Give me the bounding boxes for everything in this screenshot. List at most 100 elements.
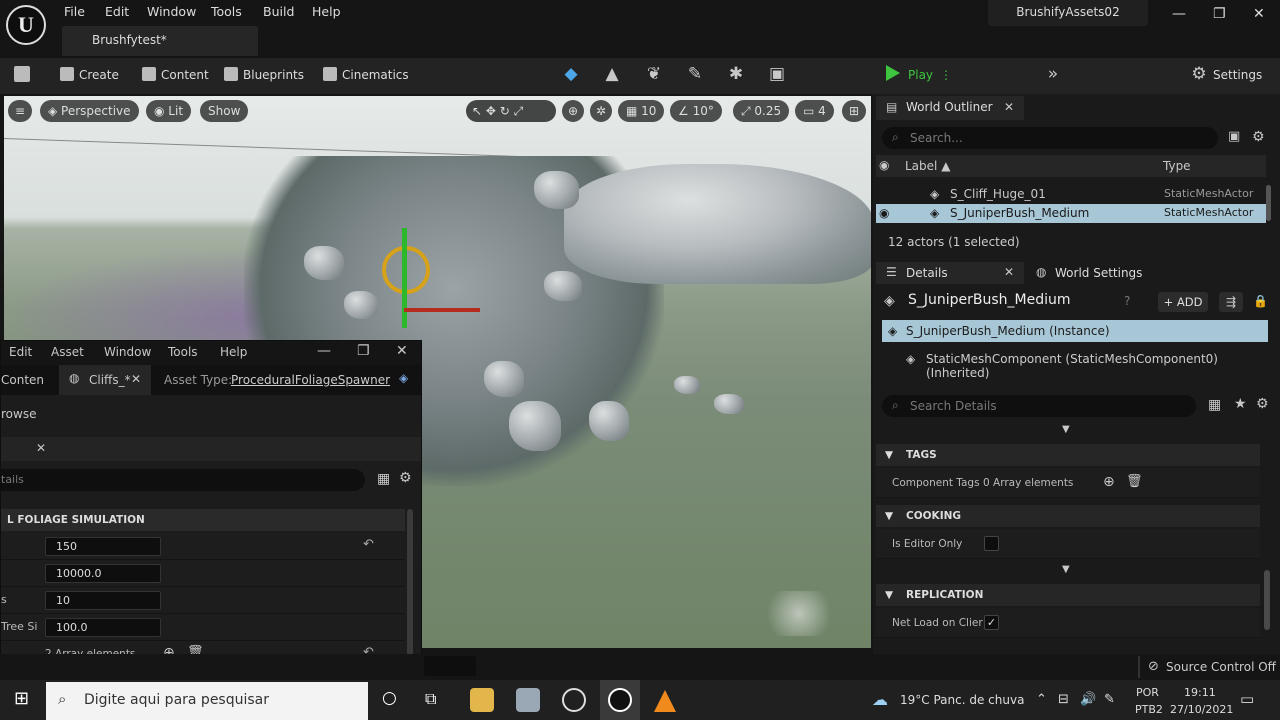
scale-tool-icon[interactable]: ⤢ xyxy=(514,104,524,118)
menu-window[interactable]: Window xyxy=(147,4,196,19)
browse-button[interactable]: rowse xyxy=(1,407,36,421)
float-menu-window[interactable]: Window xyxy=(104,345,151,359)
mesh-paint-mode-icon[interactable]: ✎ xyxy=(684,64,706,84)
app-icon[interactable] xyxy=(516,688,540,712)
details-search-input[interactable]: ⌕ Search Details xyxy=(882,395,1196,417)
play-icon[interactable] xyxy=(886,65,900,81)
select-tool-icon[interactable]: ↖ xyxy=(472,104,486,118)
minimize-icon[interactable]: — xyxy=(1172,6,1186,22)
perspective-button[interactable]: ◈ Perspective xyxy=(40,100,139,122)
foliage-value-input[interactable]: 10000.0 xyxy=(45,564,161,583)
foliage-value-input[interactable]: 150 xyxy=(45,537,161,556)
create-button[interactable]: Create xyxy=(60,66,119,84)
float-menu-tools[interactable]: Tools xyxy=(168,345,198,359)
float-menu-asset[interactable]: Asset xyxy=(51,345,84,359)
launch-options-icon[interactable]: » xyxy=(1042,64,1064,84)
add-component-button[interactable]: + ADD xyxy=(1158,292,1208,312)
show-button[interactable]: Show xyxy=(200,100,249,122)
file-explorer-icon[interactable] xyxy=(470,688,494,712)
vlc-icon[interactable] xyxy=(654,690,676,712)
viewport-layout-icon[interactable]: ⊞ xyxy=(842,100,866,122)
modeling-mode-icon[interactable]: ▣ xyxy=(766,64,788,84)
foliage-value-input[interactable]: 100.0 xyxy=(45,618,161,637)
outliner-row-selected[interactable]: ◉ ◈ S_JuniperBush_Medium StaticMeshActor xyxy=(876,204,1266,223)
float-menu-edit[interactable]: Edit xyxy=(9,345,32,359)
blueprints-button[interactable]: Blueprints xyxy=(224,66,304,84)
weather-label[interactable]: 19°C Panc. de chuva xyxy=(900,693,1024,707)
cooking-section[interactable]: ▼ COOKING xyxy=(876,505,1260,527)
outliner-settings-icon[interactable]: ⚙ xyxy=(1252,129,1265,145)
world-space-icon[interactable]: ⊕ xyxy=(562,100,584,122)
replication-section[interactable]: ▼ REPLICATION xyxy=(876,584,1260,606)
lang-top[interactable]: POR xyxy=(1136,686,1159,699)
columns-icon[interactable]: ▦ xyxy=(1208,397,1221,413)
play-button[interactable]: Play xyxy=(908,66,933,84)
taskbar-search[interactable]: ⌕ Digite aqui para pesquisar xyxy=(46,682,368,720)
details-tab[interactable]: ☰ Details ✕ xyxy=(876,262,1024,284)
notifications-icon[interactable]: ▭ xyxy=(1240,690,1254,708)
float-columns-icon[interactable]: ▦ xyxy=(377,471,390,487)
lock-icon[interactable]: 🔒 xyxy=(1253,294,1268,308)
visibility-icon[interactable]: ◉ xyxy=(879,206,889,220)
advanced-chevron-icon[interactable]: ▼ xyxy=(1062,564,1070,575)
rotation-snap-button[interactable]: ∠ 10° xyxy=(670,100,722,122)
instance-row[interactable]: ◈ S_JuniperBush_Medium (Instance) xyxy=(882,320,1268,342)
translate-gizmo-x[interactable] xyxy=(404,308,480,312)
float-minimize-icon[interactable]: — xyxy=(317,343,331,359)
move-tool-icon[interactable]: ✥ xyxy=(486,104,500,118)
task-view-icon[interactable]: ⧉ xyxy=(425,689,436,709)
close-icon[interactable]: ✕ xyxy=(1253,6,1265,22)
foliage-value-input[interactable]: 10 xyxy=(45,591,161,610)
save-icon[interactable] xyxy=(14,66,30,82)
windows-start-icon[interactable]: ⊞ xyxy=(14,688,29,709)
content-button[interactable]: Content xyxy=(142,66,209,84)
world-outliner-tab[interactable]: ▤ World Outliner ✕ xyxy=(876,96,1024,120)
details-settings-icon[interactable]: ⚙ xyxy=(1256,396,1269,412)
fracture-mode-icon[interactable]: ✱ xyxy=(725,64,747,84)
add-folder-icon[interactable]: ▣ xyxy=(1228,129,1240,144)
details-tab-close-icon[interactable]: ✕ xyxy=(36,441,46,455)
content-tab[interactable]: Conten xyxy=(1,373,44,387)
settings-gear-icon[interactable]: ⚙ xyxy=(1188,64,1210,84)
menu-tools[interactable]: Tools xyxy=(211,4,242,19)
menu-edit[interactable]: Edit xyxy=(105,4,129,19)
cinematics-button[interactable]: Cinematics xyxy=(323,66,409,84)
play-options-icon[interactable]: ⋮ xyxy=(940,66,952,84)
viewport-menu-icon[interactable]: ≡ xyxy=(8,100,32,122)
landscape-mode-icon[interactable]: ▲ xyxy=(601,64,623,84)
network-icon[interactable]: ⊟ xyxy=(1058,692,1069,707)
outliner-close-icon[interactable]: ✕ xyxy=(1004,100,1014,114)
asset-type-link[interactable]: ProceduralFoliageSpawner xyxy=(231,373,390,387)
translate-gizmo-z[interactable] xyxy=(402,228,407,328)
outliner-scrollbar[interactable] xyxy=(1266,185,1271,221)
blueprint-convert-icon[interactable]: ⇶ xyxy=(1219,292,1243,312)
pen-icon[interactable]: ✎ xyxy=(1104,692,1115,707)
scale-snap-button[interactable]: ⤢ 0.25 xyxy=(733,100,790,122)
menu-help[interactable]: Help xyxy=(312,4,341,19)
float-settings-icon[interactable]: ⚙ xyxy=(399,470,412,486)
select-mode-icon[interactable]: ◆ xyxy=(560,64,582,84)
component-row[interactable]: StaticMeshComponent (StaticMeshComponent… xyxy=(926,352,1280,380)
settings-button[interactable]: Settings xyxy=(1213,66,1262,84)
rotate-tool-icon[interactable]: ↻ xyxy=(500,104,514,118)
visibility-icon[interactable]: ◉ xyxy=(879,158,889,172)
float-close-icon[interactable]: ✕ xyxy=(396,343,408,359)
obs-icon[interactable] xyxy=(562,688,586,712)
add-element-icon[interactable]: ⊕ xyxy=(1103,474,1115,490)
source-control-button[interactable]: Source Control Off xyxy=(1166,660,1276,674)
outliner-search-input[interactable]: ⌕ Search... xyxy=(882,127,1218,149)
cliffs-tab-close-icon[interactable]: ✕ xyxy=(131,372,141,386)
transform-tools[interactable]: ↖ ✥ ↻ ⤢ xyxy=(466,100,556,122)
net-load-checkbox[interactable]: ✓ xyxy=(984,615,999,630)
console-input[interactable] xyxy=(424,656,476,676)
details-close-icon[interactable]: ✕ xyxy=(1004,265,1014,279)
tags-section[interactable]: ▼ TAGS xyxy=(876,444,1260,466)
reset-arrow-icon[interactable]: ↶ xyxy=(363,537,374,552)
tray-chevron-icon[interactable]: ⌃ xyxy=(1036,692,1047,707)
grid-snap-button[interactable]: ▦ 10 xyxy=(618,100,665,122)
trash-icon[interactable]: 🗑 xyxy=(1126,474,1143,489)
outliner-row[interactable]: ◈ S_Cliff_Huge_01 StaticMeshActor xyxy=(876,185,1266,204)
menu-build[interactable]: Build xyxy=(263,4,294,19)
volume-icon[interactable]: 🔊 xyxy=(1080,692,1096,707)
maximize-icon[interactable]: ❐ xyxy=(1213,6,1226,22)
